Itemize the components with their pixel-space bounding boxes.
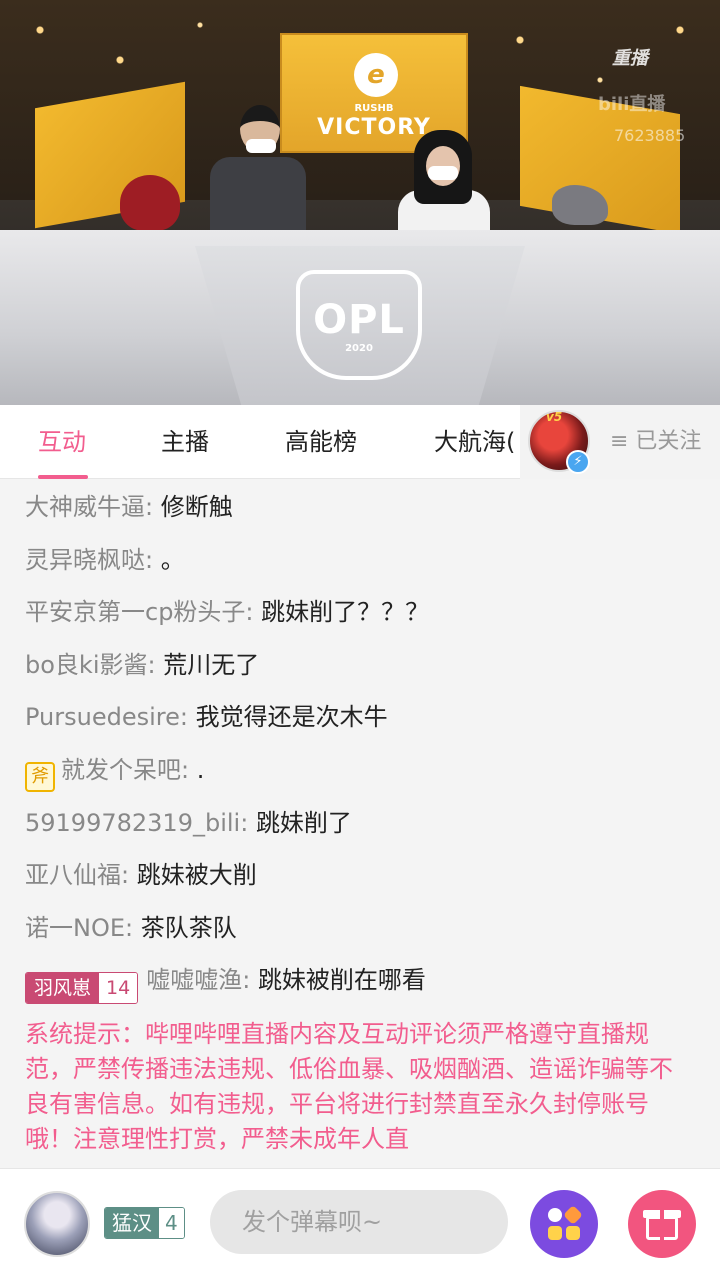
chat-message: 59199782319_bili: 跳妹削了 [25, 807, 352, 839]
chat-username[interactable]: 嘘嘘嘘渔: [146, 966, 250, 994]
axe-badge-icon: 斧 [25, 762, 55, 792]
chat-message: 诺一NOE: 茶队茶队 [25, 912, 237, 944]
teddy-bear-prop [120, 175, 180, 231]
opl-logo-text: OPL [313, 296, 405, 343]
chat-text: 跳妹被大削 [136, 861, 257, 889]
fan-medal-level: 14 [99, 973, 138, 1003]
platform-watermark: bili直播 [598, 94, 666, 115]
replay-watermark: 重播 [612, 48, 648, 69]
my-avatar[interactable] [24, 1191, 90, 1257]
chat-username[interactable]: 就发个呆吧: [61, 756, 189, 784]
my-fan-medal[interactable]: 猛汉 4 [104, 1207, 185, 1239]
chat-text: 茶队茶队 [140, 914, 237, 942]
chat-text: 跳妹削了 [255, 809, 352, 837]
chat-text: 我觉得还是次木牛 [195, 703, 388, 731]
chat-username[interactable]: 诺一NOE: [25, 914, 133, 942]
tab-guard[interactable]: 大航海( [434, 405, 515, 479]
chat-username[interactable]: Pursuedesire: [25, 703, 188, 731]
chat-message: 平安京第一cp粉头子: 跳妹削了？？？ [25, 596, 429, 628]
chat-text: 。 [160, 546, 185, 574]
chat-message: 大神威牛逼: 修断触 [25, 491, 233, 523]
tab-streamer[interactable]: 主播 [161, 405, 209, 479]
chat-username[interactable]: 大神威牛逼: [25, 493, 153, 521]
streamer-level-mark: v5 [546, 410, 563, 424]
host-right [398, 130, 490, 246]
chat-username[interactable]: bo良ki影酱: [25, 651, 156, 679]
chat-text: 跳妹削了？？？ [261, 598, 430, 626]
chat-username[interactable]: 亚八仙福: [25, 861, 129, 889]
chat-list[interactable]: 大神威牛逼: 修断触 灵异晓枫哒: 。 平安京第一cp粉头子: 跳妹削了？？？ … [0, 479, 720, 1168]
tab-interaction[interactable]: 互动 [38, 405, 86, 479]
followed-button[interactable]: ≡ 已关注 [610, 405, 701, 479]
my-fan-medal-name: 猛汉 [105, 1208, 159, 1238]
my-fan-medal-level: 4 [159, 1208, 184, 1238]
chat-message: 斧就发个呆吧: . [25, 754, 204, 792]
chat-text: . [196, 756, 205, 784]
chat-message: bo良ki影酱: 荒川无了 [25, 649, 259, 681]
live-video-player[interactable]: e RUSHB VICTORY OPL 2020 重播 bili直播 76238… [0, 0, 720, 405]
chat-username[interactable]: 灵异晓枫哒: [25, 546, 153, 574]
opl-logo: OPL 2020 [296, 270, 422, 380]
room-id-watermark: 7623885 [614, 126, 686, 145]
fan-medal[interactable]: 羽风崽 14 [25, 972, 139, 1004]
opl-logo-year: 2020 [345, 342, 373, 354]
chat-username[interactable]: 59199782319_bili: [25, 809, 248, 837]
chat-message: Pursuedesire: 我觉得还是次木牛 [25, 701, 388, 733]
chat-username[interactable]: 平安京第一cp粉头子: [25, 598, 254, 626]
chat-text: 荒川无了 [163, 651, 260, 679]
tab-energy-rank[interactable]: 高能榜 [285, 405, 357, 479]
fan-medal-name: 羽风崽 [26, 973, 100, 1003]
screen-team-name: RUSHB [354, 103, 394, 114]
chat-text: 跳妹被削在哪看 [257, 966, 426, 994]
system-notice: 系统提示：哔哩哔哩直播内容及互动评论须严格遵守直播规范，严禁传播违法违规、低俗血… [25, 1020, 673, 1153]
chat-message: 灵异晓枫哒: 。 [25, 544, 185, 576]
danmaku-input[interactable] [210, 1190, 508, 1254]
chat-message: 羽风崽 14 嘘嘘嘘渔: 跳妹被削在哪看 [25, 964, 426, 1004]
team-logo-icon: e [354, 53, 398, 97]
chat-message: 亚八仙福: 跳妹被大削 [25, 859, 257, 891]
gift-button[interactable] [628, 1190, 696, 1258]
function-panel-button[interactable] [530, 1190, 598, 1258]
chat-text: 修断触 [160, 493, 233, 521]
lightning-icon: ⚡ [566, 450, 590, 474]
host-left [210, 105, 306, 245]
grid-icon [548, 1208, 562, 1222]
